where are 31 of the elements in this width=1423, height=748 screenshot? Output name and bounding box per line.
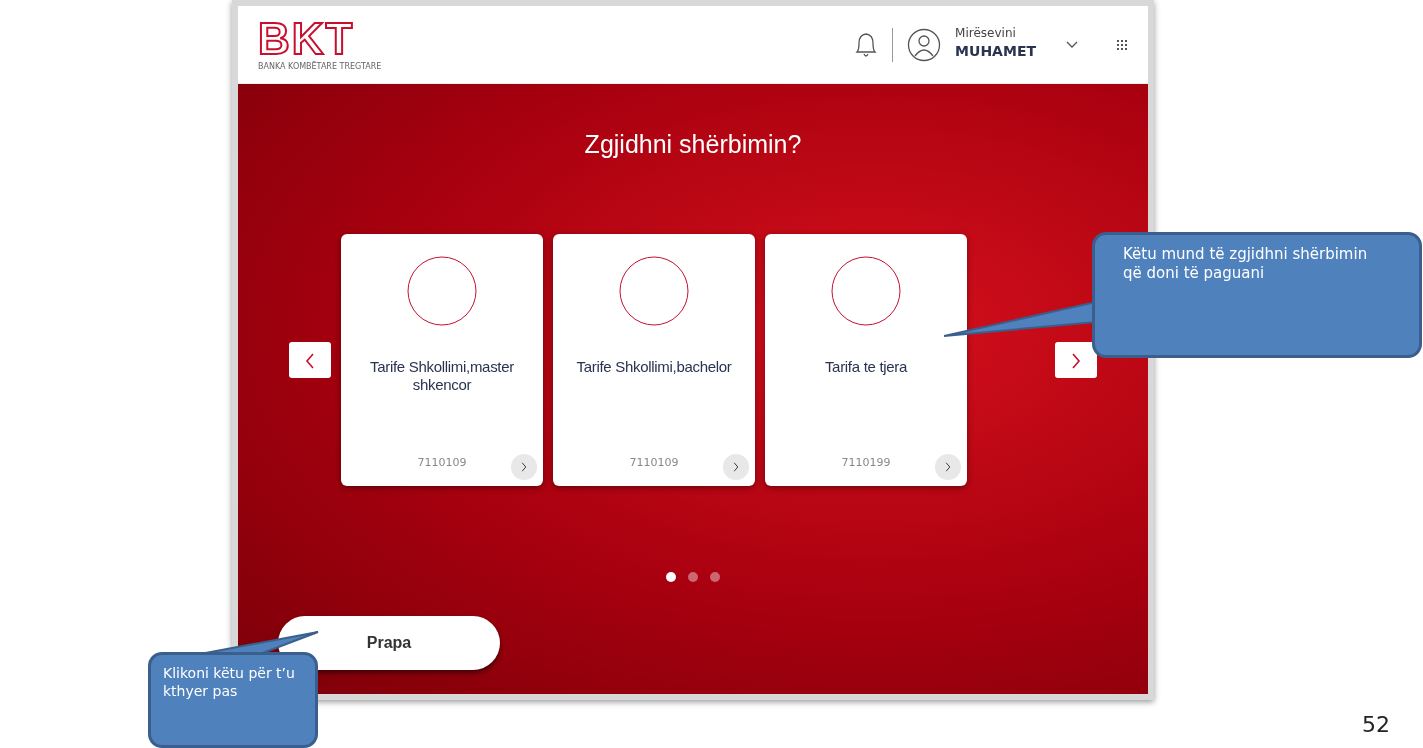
service-name: Tarife Shkollimi,bachelor (575, 357, 733, 377)
chevron-right-icon (945, 462, 951, 472)
service-card[interactable]: Tarife Shkollimi,master shkencor 7110109 (341, 233, 543, 486)
chevron-right-icon (521, 462, 527, 472)
service-card[interactable]: Tarifa te tjera 7110199 (765, 233, 967, 486)
logo: BKT (258, 16, 355, 61)
service-card[interactable]: Tarife Shkollimi,bachelor 7110109 (553, 233, 755, 486)
logo-tagline: BANKA KOMBËTARE TREGTARE (258, 60, 382, 73)
chevron-right-icon (1071, 352, 1081, 369)
service-name: Tarife Shkollimi,master shkencor (369, 357, 515, 395)
greeting-text: Mirësevini (955, 27, 1017, 41)
pager-dot[interactable] (666, 571, 676, 582)
circle-icon (407, 255, 477, 326)
page-number: 52 (1362, 712, 1390, 739)
user-name: MUHAMET (955, 41, 1036, 61)
service-code: 7110199 (841, 455, 891, 471)
user-avatar-icon[interactable] (907, 27, 942, 62)
callout: Këtu mund të zgjidhni shërbimin që doni të paguani (1092, 232, 1422, 358)
service-name: Tarifa te tjera (823, 357, 909, 377)
chevron-right-icon (733, 462, 739, 472)
previous-button[interactable] (289, 341, 331, 378)
page-title: Zgjidhni shërbimin? (584, 129, 802, 160)
circle-icon (619, 255, 689, 326)
service-code: 7110109 (417, 455, 467, 471)
divider-line (892, 27, 894, 62)
pager-dot[interactable] (710, 571, 720, 582)
pager-dot[interactable] (688, 571, 698, 582)
chevron-left-icon (305, 352, 315, 369)
next-button[interactable] (1055, 341, 1097, 378)
circle-icon (831, 255, 901, 326)
service-code: 7110109 (629, 455, 679, 471)
